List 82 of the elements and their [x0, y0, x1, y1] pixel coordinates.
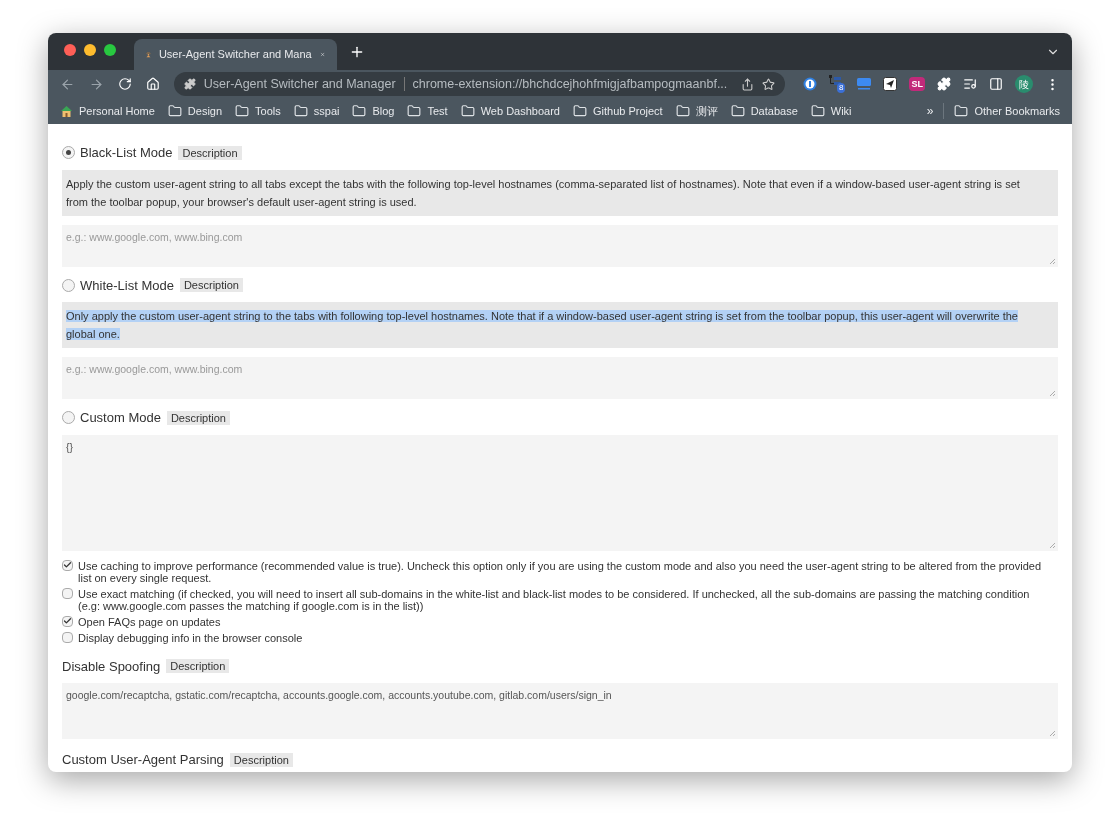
- folder-icon: [167, 104, 182, 118]
- resize-handle-icon[interactable]: [1049, 390, 1056, 397]
- side-panel-icon[interactable]: [989, 77, 1003, 91]
- browser-tab[interactable]: User-Agent Switcher and Mana: [134, 39, 337, 70]
- mode-label: Custom Mode: [80, 409, 161, 427]
- bookmark[interactable]: Wiki: [810, 102, 852, 120]
- resize-handle-icon[interactable]: [1049, 257, 1056, 265]
- text-area[interactable]: google.com/recaptcha, gstatic.com/recaptcha, accounts.google.com, accounts.youtube.com, gitlab.com/users/sign_in: [62, 683, 1058, 739]
- bookmark[interactable]: Database: [730, 102, 798, 120]
- home-icon[interactable]: [145, 77, 160, 91]
- section-title: Disable Spoofing: [62, 657, 161, 676]
- back-icon[interactable]: [60, 76, 75, 92]
- checkbox[interactable]: [62, 631, 73, 643]
- resize-handle-icon[interactable]: [1049, 730, 1056, 737]
- tab-title: User-Agent Switcher and Mana: [158, 47, 312, 63]
- folder-icon: [675, 104, 690, 118]
- window-control-icon[interactable]: [84, 43, 96, 56]
- folder-icon: [293, 104, 308, 118]
- share-icon[interactable]: [741, 77, 755, 91]
- star-icon[interactable]: [762, 77, 776, 91]
- option-label: Open FAQs page on updates: [78, 615, 221, 628]
- window-control-icon[interactable]: [104, 43, 116, 56]
- bookmark[interactable]: Web Dashboard: [460, 102, 560, 120]
- bookmark[interactable]: 测评: [675, 102, 718, 120]
- text-area-value: {}: [66, 440, 73, 453]
- description-button[interactable]: Description: [229, 752, 293, 767]
- resize-handle-icon[interactable]: [1049, 541, 1056, 549]
- text-area-placeholder: e.g.: www.google.com, www.bing.com: [66, 230, 243, 243]
- bookmark[interactable]: sspai: [293, 102, 340, 120]
- reload-icon[interactable]: [117, 77, 132, 91]
- text-area-value: google.com/recaptcha, gstatic.com/recaptcha, accounts.google.com, accounts.youtube.com, gitlab.com/users/sign_in: [66, 689, 612, 701]
- profile-avatar[interactable]: 陵: [1015, 75, 1033, 93]
- folder-icon: [810, 104, 825, 118]
- description-button[interactable]: Description: [179, 278, 243, 293]
- bookmark[interactable]: Design: [167, 102, 223, 120]
- description-text: Apply the custom user-agent string to all tabs except the tabs with the following top-level hostnames (comma-separated list of hostnames). Note that even if a window-based user-agent string is set from the toolbar popup, your browser's default user-agent string is used.: [66, 176, 1021, 210]
- description-text: Only apply the custom user-agent string to the tabs with following top-level hostnames. Note that if a window-based user-agent string is set from the toolbar popup, this user-agent will overwrite the global one.: [66, 309, 1019, 342]
- forward-icon[interactable]: [88, 76, 104, 92]
- description-button[interactable]: Description: [166, 659, 230, 674]
- bookmark[interactable]: Blog: [352, 102, 395, 120]
- checkbox[interactable]: [62, 615, 73, 627]
- tree-icon[interactable]: [829, 75, 842, 87]
- folder-icon: [352, 104, 367, 118]
- bookmark[interactable]: Test: [407, 102, 448, 120]
- site-name: User-Agent Switcher and Manager: [203, 75, 396, 93]
- option-label: Use caching to improve performance (recommended value is true). Uncheck this option only if you are using the custom mode and also you need the user-agent string to be altered from the provided list on every single request.: [78, 559, 1042, 584]
- option-label: Use exact matching (if checked, you will need to insert all sub-domains in the white-list and black-list modes to be considered. If unchecked, all the sub-domains are passing the matching condition (e.g: www.google.com passes the matching if google.com is in the list)): [78, 587, 1031, 612]
- more-bookmarks-button[interactable]: »: [926, 102, 934, 120]
- folder-icon: [954, 104, 969, 118]
- radio-button[interactable]: [62, 146, 75, 160]
- bookmark[interactable]: Github Project: [572, 102, 663, 120]
- description-button[interactable]: Description: [166, 410, 230, 425]
- option-label: Display debugging info in the browser console: [78, 631, 303, 644]
- paper-plane-icon[interactable]: [883, 77, 898, 91]
- radio-button[interactable]: [62, 411, 75, 425]
- extension-button[interactable]: SL: [909, 77, 925, 91]
- window-control-icon[interactable]: [64, 43, 76, 56]
- reading-list-icon[interactable]: [963, 77, 977, 91]
- password-manager-icon[interactable]: [803, 77, 818, 91]
- folder-icon: [460, 104, 475, 118]
- section-title: Custom User-Agent Parsing: [62, 751, 224, 769]
- bookmark[interactable]: Tools: [235, 102, 281, 120]
- mode-label: Black-List Mode: [80, 144, 173, 162]
- folder-icon: [407, 104, 422, 118]
- text-area[interactable]: {}: [62, 434, 1058, 551]
- checkbox[interactable]: [62, 587, 73, 599]
- description-button[interactable]: Description: [178, 145, 242, 160]
- bookmark[interactable]: Personal Home: [60, 102, 155, 120]
- extensions-icon[interactable]: [937, 77, 951, 91]
- mode-label: White-List Mode: [80, 276, 174, 295]
- folder-icon: [235, 104, 250, 118]
- radio-button[interactable]: [62, 278, 75, 292]
- puzzle-icon: [183, 78, 196, 90]
- house-icon: [60, 104, 73, 118]
- address-bar[interactable]: User-Agent Switcher and Manager chrome-extension://bhchdcejhohfmigjafbampogmaanbf...: [173, 72, 786, 96]
- text-area-placeholder: e.g.: www.google.com, www.bing.com: [66, 363, 243, 375]
- folder-icon: [730, 104, 745, 118]
- checkbox[interactable]: [62, 559, 73, 571]
- bookmark[interactable]: Other Bookmarks: [954, 102, 1060, 120]
- folder-icon: [572, 104, 587, 118]
- url-text: chrome-extension://bhchdcejhohfmigjafbampogmaanbf...: [412, 75, 729, 93]
- badge: 8: [837, 83, 846, 93]
